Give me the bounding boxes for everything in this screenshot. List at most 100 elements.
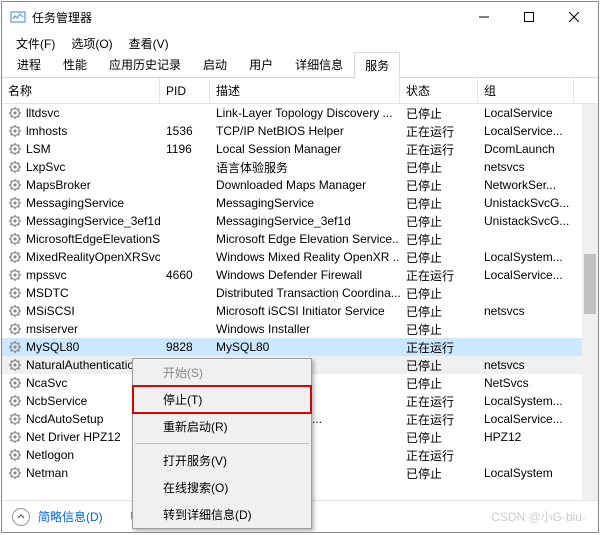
cell-desc: Windows Mixed Reality OpenXR ... [210, 249, 400, 265]
cell-desc: TCP/IP NetBIOS Helper [210, 123, 400, 139]
cell-group: netsvcs [478, 303, 574, 319]
table-row[interactable]: MicrosoftEdgeElevationS...Microsoft Edge… [2, 230, 598, 248]
col-desc[interactable]: 描述 [210, 78, 400, 103]
scrollbar[interactable] [582, 104, 598, 500]
tab-4[interactable]: 用户 [238, 51, 284, 77]
cell-desc: Local Session Manager [210, 141, 400, 157]
gear-icon [8, 286, 22, 300]
tab-3[interactable]: 启动 [192, 51, 238, 77]
col-name[interactable]: 名称 [2, 78, 160, 103]
cell-name: MapsBroker [2, 177, 160, 193]
cell-pid: 4660 [160, 267, 210, 283]
cell-name: MixedRealityOpenXRSvc [2, 249, 160, 265]
gear-icon [8, 304, 22, 318]
maximize-button[interactable] [506, 3, 551, 31]
gear-icon [8, 322, 22, 336]
cell-group: LocalSystem... [478, 249, 574, 265]
scrollbar-thumb[interactable] [584, 254, 596, 314]
tab-1[interactable]: 性能 [52, 51, 98, 77]
ctx-go-detail[interactable]: 转到详细信息(D) [133, 501, 311, 528]
gear-icon [8, 178, 22, 192]
cell-desc: 语言体验服务 [210, 158, 400, 177]
titlebar[interactable]: 任务管理器 [2, 2, 598, 32]
ctx-stop[interactable]: 停止(T) [132, 385, 312, 414]
table-row[interactable]: mpssvc4660Windows Defender Firewall正在运行L… [2, 266, 598, 284]
cell-group [478, 238, 574, 240]
tab-5[interactable]: 详细信息 [284, 51, 354, 77]
cell-name: LSM [2, 141, 160, 157]
cell-status: 正在运行 [400, 266, 478, 285]
cell-status: 已停止 [400, 104, 478, 123]
table-row[interactable]: msiserverWindows Installer已停止 [2, 320, 598, 338]
cell-status: 已停止 [400, 428, 478, 447]
cell-group [478, 328, 574, 330]
cell-desc: Microsoft Edge Elevation Service... [210, 231, 400, 247]
cell-name: MessagingService [2, 195, 160, 211]
ctx-separator [135, 443, 309, 444]
cell-name: msiserver [2, 321, 160, 337]
cell-desc: Downloaded Maps Manager [210, 177, 400, 193]
ctx-search-online[interactable]: 在线搜索(O) [133, 474, 311, 501]
col-status[interactable]: 状态 [400, 78, 478, 103]
cell-status: 正在运行 [400, 122, 478, 141]
cell-group: LocalService... [478, 267, 574, 283]
table-row[interactable]: MSiSCSIMicrosoft iSCSI Initiator Service… [2, 302, 598, 320]
cell-status: 已停止 [400, 320, 478, 339]
table-row[interactable]: MessagingServiceMessagingService已停止Unist… [2, 194, 598, 212]
cell-group: LocalSystem... [478, 393, 574, 409]
table-row[interactable]: MessagingService_3ef1dMessagingService_3… [2, 212, 598, 230]
cell-desc: Windows Defender Firewall [210, 267, 400, 283]
table-row[interactable]: lmhosts1536TCP/IP NetBIOS Helper正在运行Loca… [2, 122, 598, 140]
table-row[interactable]: LSM1196Local Session Manager正在运行DcomLaun… [2, 140, 598, 158]
gear-icon [8, 358, 22, 372]
cell-pid [160, 292, 210, 294]
col-pid[interactable]: PID [160, 80, 210, 102]
cell-name: LxpSvc [2, 159, 160, 175]
cell-status: 已停止 [400, 212, 478, 231]
close-button[interactable] [551, 3, 596, 31]
col-group[interactable]: 组 [478, 78, 574, 103]
cell-status: 正在运行 [400, 338, 478, 357]
cell-pid [160, 184, 210, 186]
minimize-button[interactable] [461, 3, 506, 31]
cell-name: mpssvc [2, 267, 160, 283]
ctx-restart[interactable]: 重新启动(R) [133, 413, 311, 440]
cell-name: MySQL80 [2, 339, 160, 355]
context-menu: 开始(S) 停止(T) 重新启动(R) 打开服务(V) 在线搜索(O) 转到详细… [132, 358, 312, 529]
tab-0[interactable]: 进程 [6, 51, 52, 77]
table-row[interactable]: MySQL809828MySQL80正在运行 [2, 338, 598, 356]
cell-group [478, 454, 574, 456]
cell-group [478, 292, 574, 294]
tab-6[interactable]: 服务 [354, 52, 400, 78]
table-row[interactable]: MapsBrokerDownloaded Maps Manager已停止Netw… [2, 176, 598, 194]
cell-name: lmhosts [2, 123, 160, 139]
cell-status: 正在运行 [400, 392, 478, 411]
cell-desc: Distributed Transaction Coordina... [210, 285, 400, 301]
tab-2[interactable]: 应用历史记录 [98, 51, 192, 77]
cell-group: LocalService... [478, 123, 574, 139]
cell-pid [160, 112, 210, 114]
window-buttons [461, 3, 596, 31]
table-row[interactable]: MixedRealityOpenXRSvc Windows Mixed Reali… [2, 248, 598, 266]
ctx-start[interactable]: 开始(S) [133, 359, 311, 386]
expand-icon[interactable] [12, 508, 30, 526]
cell-desc: MySQL80 [210, 339, 400, 355]
cell-status: 已停止 [400, 464, 478, 483]
cell-group: UnistackSvcG... [478, 213, 574, 229]
ctx-open-services[interactable]: 打开服务(V) [133, 447, 311, 474]
gear-icon [8, 250, 22, 264]
service-list[interactable]: lltdsvcLink-Layer Topology Discovery ...… [2, 104, 598, 532]
brief-info-link[interactable]: 简略信息(D) [38, 508, 103, 525]
cell-desc: Microsoft iSCSI Initiator Service [210, 303, 400, 319]
table-row[interactable]: lltdsvcLink-Layer Topology Discovery ...… [2, 104, 598, 122]
gear-icon [8, 196, 22, 210]
cell-pid: 1196 [160, 141, 210, 157]
cell-pid [160, 238, 210, 240]
table-row[interactable]: MSDTCDistributed Transaction Coordina...… [2, 284, 598, 302]
gear-icon [8, 214, 22, 228]
cell-group: LocalService [478, 105, 574, 121]
cell-name: lltdsvc [2, 105, 160, 121]
task-manager-window: 任务管理器 文件(F) 选项(O) 查看(V) 进程性能应用历史记录启动用户详细… [1, 1, 599, 533]
gear-icon [8, 232, 22, 246]
table-row[interactable]: LxpSvc语言体验服务已停止netsvcs [2, 158, 598, 176]
